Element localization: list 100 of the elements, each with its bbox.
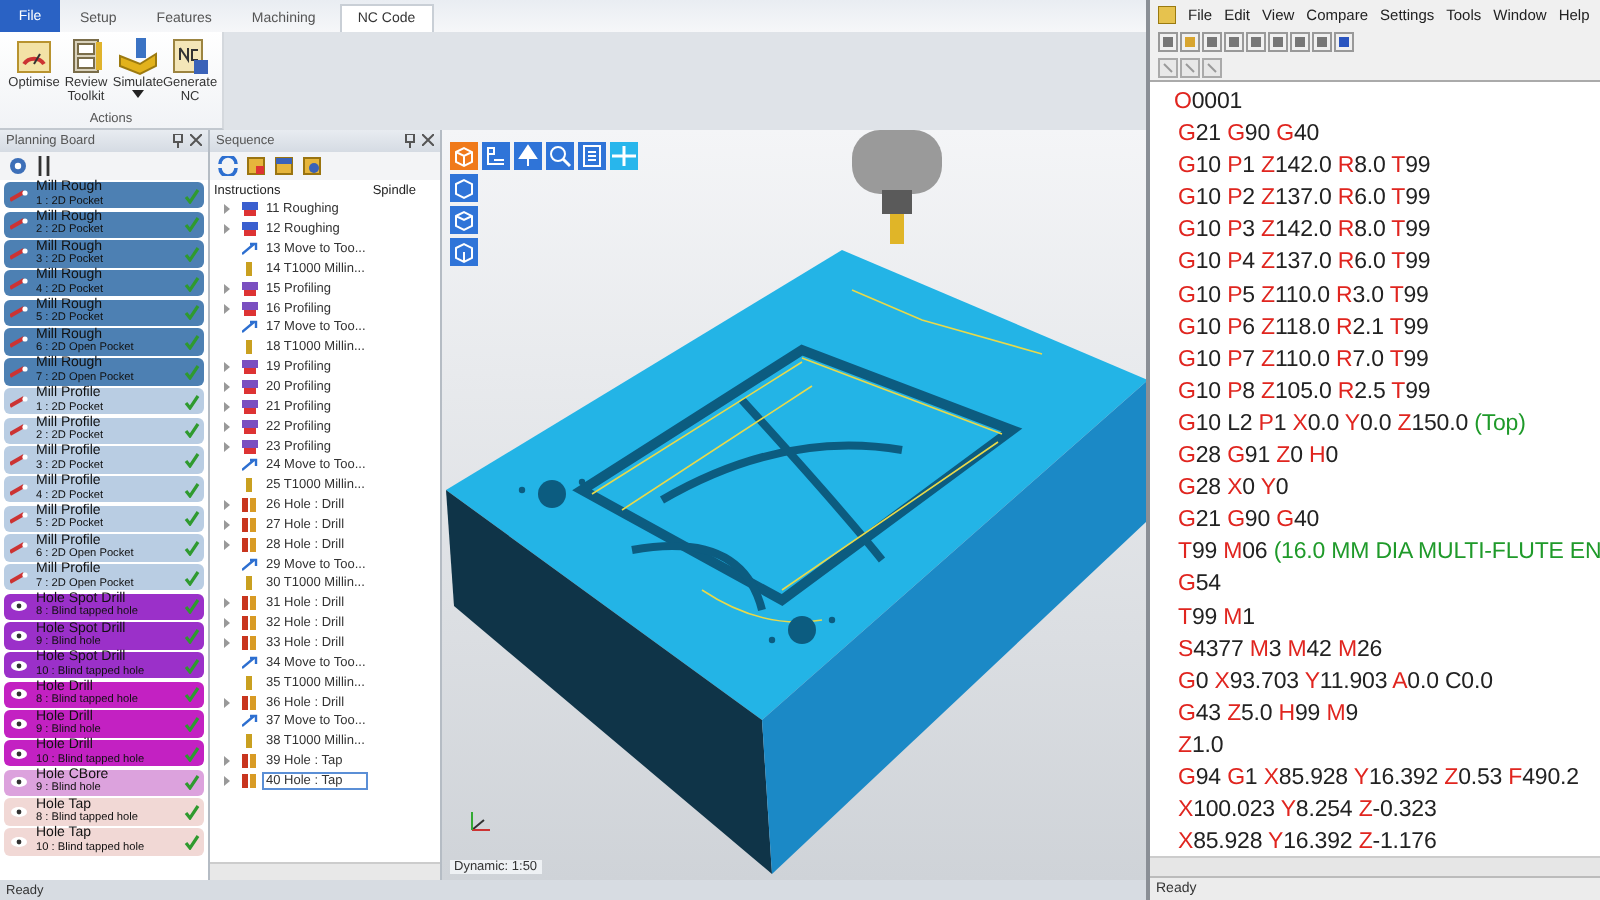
code-line: X100.023 Y8.254 Z-0.323 [1176, 796, 1439, 827]
code-line: G28 X0 Y0 [1176, 474, 1291, 505]
pocket-icon [242, 301, 258, 316]
cutter-icon [10, 277, 28, 290]
drill-icon [10, 630, 28, 642]
hole-drawing [518, 478, 586, 508]
cutter-icon [10, 365, 28, 378]
spindle-drawing [852, 130, 942, 244]
list-icon[interactable] [578, 142, 606, 170]
code-line: G10 L2 P1 X0.0 Y0.0 Z150.0 (Top) [1176, 409, 1528, 440]
document-icon[interactable] [246, 156, 266, 176]
code-line: G10 P3 Z142.0 R8.0 T99 [1176, 216, 1433, 247]
tool-icon [242, 340, 258, 355]
view-cube-icon[interactable] [450, 174, 478, 202]
cutter-icon [10, 483, 28, 496]
pocket-icon [242, 360, 258, 375]
hole-icon [242, 695, 258, 710]
code-line: G43 Z5.0 H99 M9 [1176, 699, 1360, 730]
code-line: X85.928 Y16.392 Z-1.176 [1176, 828, 1439, 856]
arrow-icon [242, 458, 258, 473]
code-line: G10 P8 Z105.0 R2.5 T99 [1176, 377, 1433, 408]
pocket-icon [242, 281, 258, 296]
pocket-icon [242, 380, 258, 395]
refresh-icon[interactable] [218, 156, 238, 176]
hole-icon [242, 616, 258, 631]
cutter-icon [10, 424, 28, 437]
hole-icon [242, 635, 258, 650]
hole-icon [242, 754, 258, 769]
cutter-icon [10, 306, 28, 319]
code-line: T99 M06 (16.0 MM DIA MULTI-FLUTE EN [1176, 538, 1600, 569]
pocket-icon [242, 419, 258, 434]
document-icon[interactable] [274, 156, 294, 176]
code-line: G10 P6 Z118.0 R2.1 T99 [1176, 313, 1431, 344]
cutter-icon [10, 571, 28, 584]
gauge-icon [14, 36, 54, 76]
code-line: G0 X93.703 Y11.903 A0.0 C0.0 [1176, 667, 1495, 698]
pocket-icon [242, 439, 258, 454]
tool-icon [242, 734, 258, 749]
cutter-icon [10, 395, 28, 407]
tree-icon[interactable] [482, 142, 510, 170]
arrow-icon [242, 320, 258, 335]
code-line: O0001 [1174, 88, 1245, 118]
drill-icon [10, 747, 28, 760]
section-icon[interactable] [610, 142, 638, 170]
cutter-icon [10, 336, 28, 349]
code-line: T99 M1 [1176, 603, 1257, 633]
hole-icon [242, 517, 258, 532]
tool-icon [242, 675, 258, 690]
horizontal-scrollbar[interactable] [210, 862, 440, 880]
arrow-icon [242, 655, 258, 670]
pocket-icon [242, 399, 258, 414]
cutter-icon [10, 218, 28, 231]
drill-icon [10, 806, 28, 819]
expand-arrow-icon[interactable] [224, 697, 230, 708]
cutter-icon [10, 453, 28, 466]
close-icon[interactable] [190, 134, 202, 146]
pocket-icon [242, 222, 258, 237]
cutter-icon [10, 189, 28, 202]
code-line: G10 P2 Z137.0 R6.0 T99 [1176, 184, 1433, 215]
code-line: Z1.0 [1176, 731, 1226, 762]
nc-document-icon [170, 36, 210, 76]
code-line: G94 G1 X85.928 Y16.392 Z0.53 F490.2 [1176, 763, 1581, 794]
zoom-icon[interactable] [546, 142, 574, 170]
horizontal-scrollbar[interactable] [1150, 856, 1600, 876]
drill-icon [10, 688, 28, 701]
pin-icon[interactable] [172, 134, 184, 148]
drill-icon [10, 659, 28, 672]
code-line: G10 P1 Z142.0 R8.0 T99 [1176, 152, 1433, 183]
close-icon[interactable] [422, 134, 434, 146]
pin-icon[interactable] [404, 134, 416, 148]
machine-icon [116, 36, 160, 76]
pocket-icon [242, 202, 258, 217]
document-icon[interactable] [302, 156, 322, 176]
code-line: G21 G90 G40 [1176, 506, 1322, 537]
code-line: G10 P5 Z110.0 R3.0 T99 [1176, 281, 1431, 312]
drill-icon [10, 600, 28, 613]
cutter-icon [10, 248, 28, 261]
cutter-icon [10, 512, 28, 525]
sort-icon[interactable] [36, 156, 52, 176]
drill-icon [10, 776, 28, 789]
view-cube-icon[interactable] [450, 238, 478, 266]
view-cube-icon[interactable] [450, 206, 478, 234]
tool-icon [242, 261, 258, 276]
code-line: G10 P7 Z110.0 R7.0 T99 [1176, 345, 1431, 376]
hole-icon [242, 498, 258, 513]
arrow-icon [242, 557, 258, 572]
code-line: G28 G91 Z0 H0 [1176, 442, 1340, 473]
code-line: G21 G90 G40 [1176, 120, 1322, 151]
code-editor[interactable] [1150, 80, 1600, 856]
code-line: G54 [1176, 570, 1223, 601]
axis-triad-icon [466, 808, 494, 836]
arrow-icon [242, 242, 258, 257]
tool-icon [242, 576, 258, 591]
code-line: G10 P4 Z137.0 R6.0 T99 [1176, 248, 1433, 279]
code-line: S4377 M3 M42 M26 [1176, 635, 1385, 666]
hole-icon [242, 596, 258, 611]
hole-icon [242, 773, 258, 788]
drill-icon [10, 718, 28, 731]
hole-drawing [768, 616, 836, 644]
cube-icon[interactable] [450, 142, 478, 170]
